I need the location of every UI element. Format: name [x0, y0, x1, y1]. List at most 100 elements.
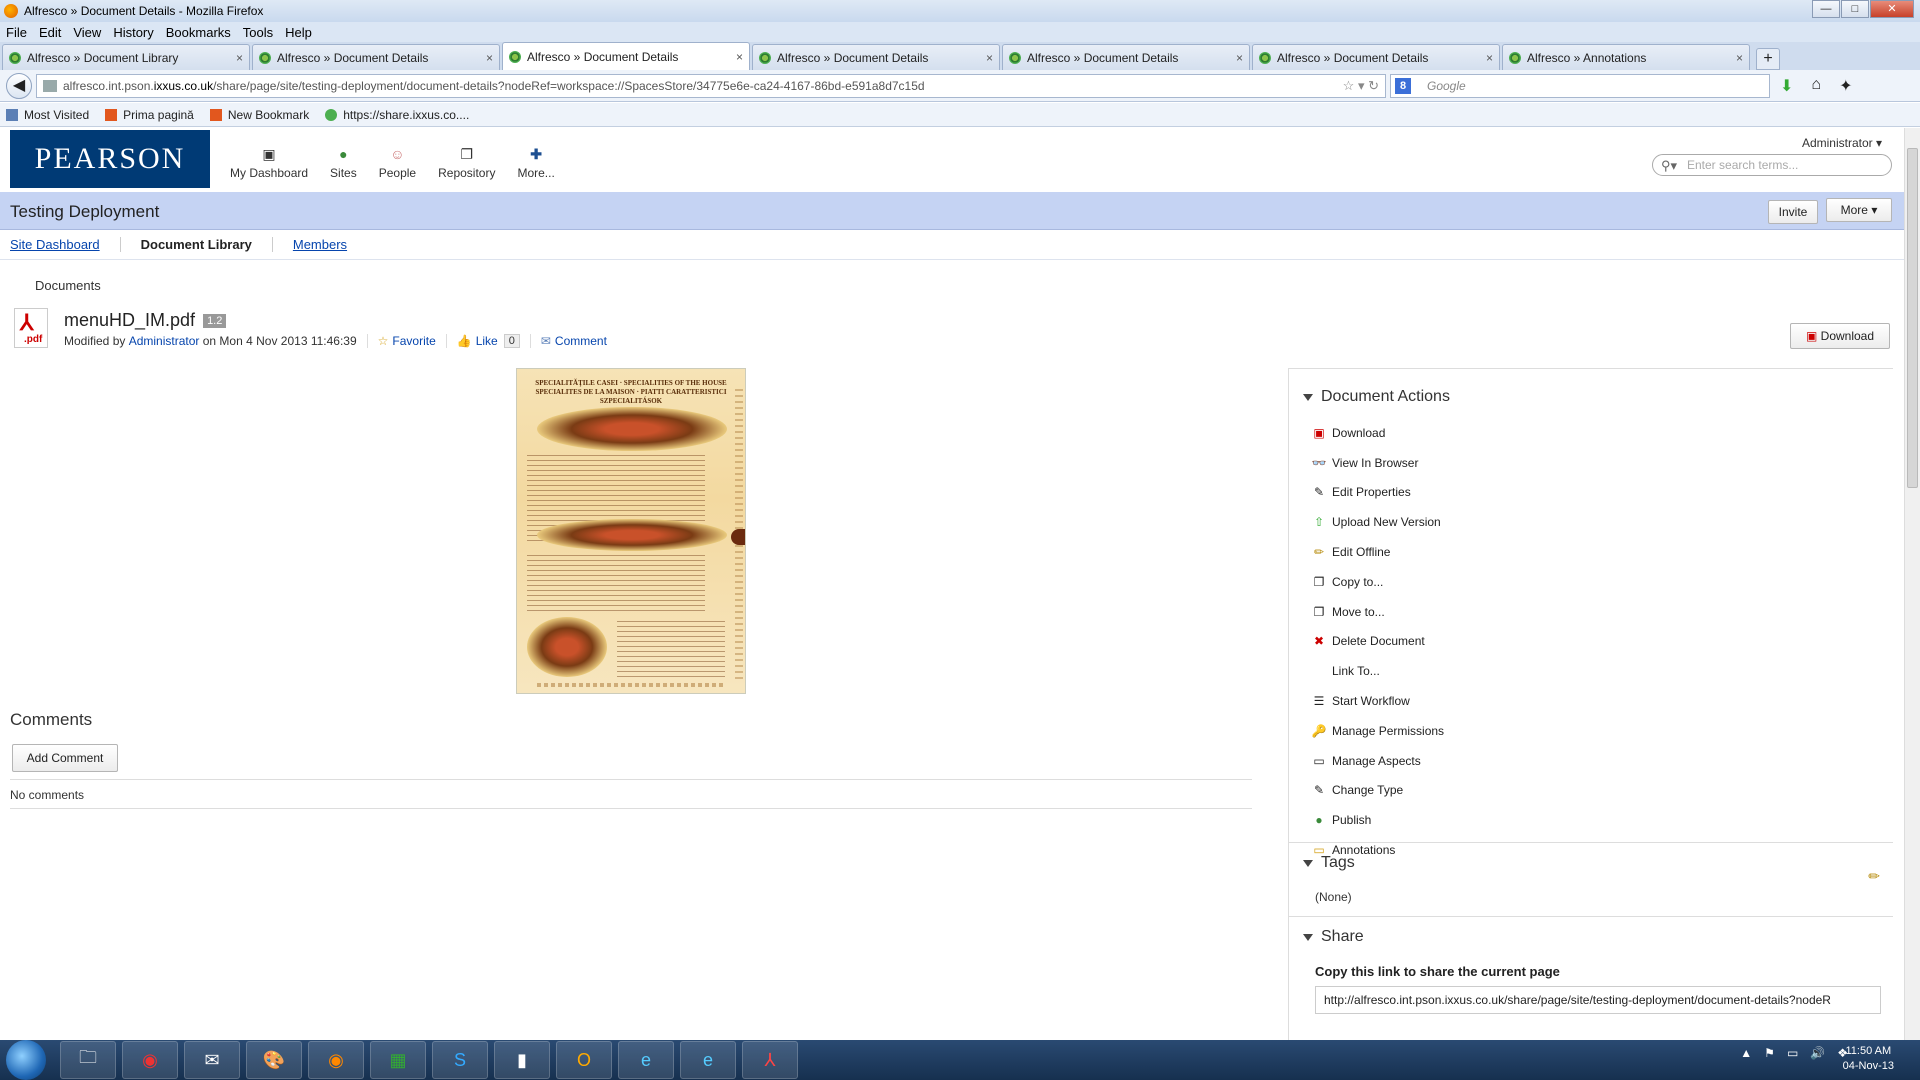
bookmark-new[interactable]: New Bookmark [209, 108, 309, 122]
browser-tab[interactable]: Alfresco » Document Details × [1002, 44, 1250, 70]
taskbar-paint-icon[interactable]: 🎨 [246, 1041, 302, 1079]
subnav-link[interactable]: Site Dashboard [10, 237, 100, 252]
page-scrollbar[interactable] [1904, 128, 1920, 1040]
browser-tab[interactable]: Alfresco » Annotations × [1502, 44, 1750, 70]
taskbar-firefox-icon[interactable]: ◉ [308, 1041, 364, 1079]
browser-tab[interactable]: Alfresco » Document Details × [752, 44, 1000, 70]
action-copy-to[interactable]: ❐ Copy to... [1311, 567, 1444, 597]
back-button[interactable]: ◀ [6, 72, 32, 99]
tab-close-icon[interactable]: × [986, 51, 993, 65]
tab-close-icon[interactable]: × [486, 51, 493, 65]
document-actions-header[interactable]: Document Actions [1303, 388, 1450, 406]
url-bar[interactable]: alfresco.int.pson. ixxus.co.uk/share/page… [36, 74, 1386, 98]
google-icon[interactable]: 8 [1395, 78, 1411, 94]
tab-close-icon[interactable]: × [1486, 51, 1493, 65]
app-search-input[interactable]: ⚲▾ Enter search terms... [1652, 154, 1892, 176]
star-icon[interactable]: ☆ [1343, 78, 1355, 93]
nav-my-dashboard[interactable]: ▣ My Dashboard [230, 146, 308, 180]
document-preview[interactable]: SPECIALITĂŢILE CASEI · SPECIALITIES OF T… [516, 368, 746, 694]
action-view-in-browser[interactable]: 👓 View In Browser [1311, 448, 1444, 478]
like-link[interactable]: Like [476, 334, 498, 348]
menu-edit[interactable]: Edit [39, 25, 61, 40]
close-button[interactable]: ✕ [1870, 0, 1914, 18]
taskbar-calc-icon[interactable]: ▦ [370, 1041, 426, 1079]
edit-tags-icon[interactable]: ✏ [1868, 868, 1880, 885]
subnav-document-library[interactable]: Document Library [121, 237, 273, 252]
taskbar-ie-icon[interactable]: e [618, 1041, 674, 1079]
site-more-button[interactable]: More ▾ [1826, 198, 1892, 222]
comment-link[interactable]: Comment [555, 334, 607, 348]
add-comment-button[interactable]: Add Comment [12, 744, 118, 772]
tab-close-icon[interactable]: × [236, 51, 243, 65]
tags-header[interactable]: Tags [1303, 854, 1355, 872]
action-publish[interactable]: ● Publish [1311, 805, 1444, 835]
tab-close-icon[interactable]: × [1736, 51, 1743, 65]
nav-more[interactable]: ✚ More... [517, 146, 554, 180]
nav-people[interactable]: ☺ People [379, 146, 416, 180]
dropdown-icon[interactable]: ▾ [1358, 78, 1365, 93]
bookmark-prima-pagina[interactable]: Prima pagină [105, 108, 194, 122]
taskbar-cmd-icon[interactable]: ▮ [494, 1041, 550, 1079]
taskbar-chrome-icon[interactable]: ◉ [122, 1041, 178, 1079]
maximize-button[interactable]: □ [1841, 0, 1869, 18]
action-edit-properties[interactable]: ✎ Edit Properties [1311, 478, 1444, 508]
minimize-button[interactable]: — [1812, 0, 1840, 18]
taskbar-outlook-express-icon[interactable]: ✉ [184, 1041, 240, 1079]
action-move-to[interactable]: ❐ Move to... [1311, 597, 1444, 627]
browser-tab[interactable]: Alfresco » Document Library × [2, 44, 250, 70]
browser-tab[interactable]: Alfresco » Document Details × [1252, 44, 1500, 70]
action-download[interactable]: ▣ Download [1311, 418, 1444, 448]
taskbar-outlook-icon[interactable]: O [556, 1041, 612, 1079]
action-manage-permissions[interactable]: 🔑 Manage Permissions [1311, 716, 1445, 746]
action-manage-aspects[interactable]: ▭ Manage Aspects [1311, 746, 1444, 776]
taskbar-acrobat-icon[interactable]: ⅄ [742, 1041, 798, 1079]
reload-icon[interactable]: ↻ [1368, 78, 1379, 93]
action-link-to[interactable]: Link To... [1311, 656, 1444, 686]
browser-search-input[interactable]: 8 Google [1390, 74, 1770, 98]
favorite-link[interactable]: Favorite [392, 334, 435, 348]
subnav-site-dashboard[interactable]: Site Dashboard [10, 237, 121, 252]
breadcrumb[interactable]: Documents [35, 278, 101, 293]
taskbar-explorer-icon[interactable]: 🗀 [60, 1041, 116, 1079]
tray-expand-icon[interactable]: ▲ [1740, 1046, 1752, 1060]
tab-close-icon[interactable]: × [1236, 51, 1243, 65]
download-button[interactable]: ▣ Download [1790, 323, 1890, 349]
scrollbar-thumb[interactable] [1907, 148, 1918, 488]
bookmark-most-visited[interactable]: Most Visited [6, 108, 89, 122]
pearson-logo[interactable]: PEARSON [10, 130, 210, 188]
tray-flag-icon[interactable]: ⚑ [1764, 1046, 1775, 1060]
download-arrow-icon[interactable]: ⬇ [1780, 76, 1793, 96]
action-delete-document[interactable]: ✖ Delete Document [1311, 627, 1444, 657]
subnav-members[interactable]: Members [273, 237, 367, 252]
action-start-workflow[interactable]: ☰ Start Workflow [1311, 686, 1444, 716]
browser-tab[interactable]: Alfresco » Document Details × [252, 44, 500, 70]
share-header[interactable]: Share [1303, 928, 1364, 946]
bookmark-share-ixxus[interactable]: https://share.ixxus.co.... [325, 108, 469, 122]
nav-sites[interactable]: ● Sites [330, 146, 357, 180]
taskbar-skype-icon[interactable]: S [432, 1041, 488, 1079]
start-button[interactable] [6, 1040, 46, 1080]
action-change-type[interactable]: ✎ Change Type [1311, 776, 1444, 806]
nav-repository[interactable]: ❐ Repository [438, 146, 495, 180]
tab-close-icon[interactable]: × [736, 50, 743, 64]
menu-tools[interactable]: Tools [243, 25, 273, 40]
menu-view[interactable]: View [73, 25, 101, 40]
home-icon[interactable]: ⌂ [1811, 76, 1821, 96]
menu-file[interactable]: File [6, 25, 27, 40]
new-tab-button[interactable]: + [1756, 48, 1780, 70]
user-menu[interactable]: Administrator ▾ [1802, 136, 1882, 150]
menu-history[interactable]: History [113, 25, 153, 40]
subnav-link[interactable]: Members [293, 237, 347, 252]
modifier-link[interactable]: Administrator [129, 334, 200, 348]
share-link-field[interactable]: http://alfresco.int.pson.ixxus.co.uk/sha… [1315, 986, 1881, 1014]
site-identity-icon[interactable] [43, 80, 57, 92]
action-edit-offline[interactable]: ✏ Edit Offline [1311, 537, 1444, 567]
invite-button[interactable]: Invite [1768, 200, 1818, 224]
tray-network-icon[interactable]: ▭ [1787, 1046, 1798, 1060]
menu-help[interactable]: Help [285, 25, 312, 40]
taskbar-ie-icon[interactable]: e [680, 1041, 736, 1079]
browser-tab-active[interactable]: Alfresco » Document Details × [502, 42, 750, 70]
addon-icon[interactable]: ✦ [1839, 76, 1852, 96]
taskbar-clock[interactable]: 11:50 AM 04-Nov-13 [1843, 1044, 1894, 1074]
tray-volume-icon[interactable]: 🔊 [1810, 1046, 1825, 1060]
